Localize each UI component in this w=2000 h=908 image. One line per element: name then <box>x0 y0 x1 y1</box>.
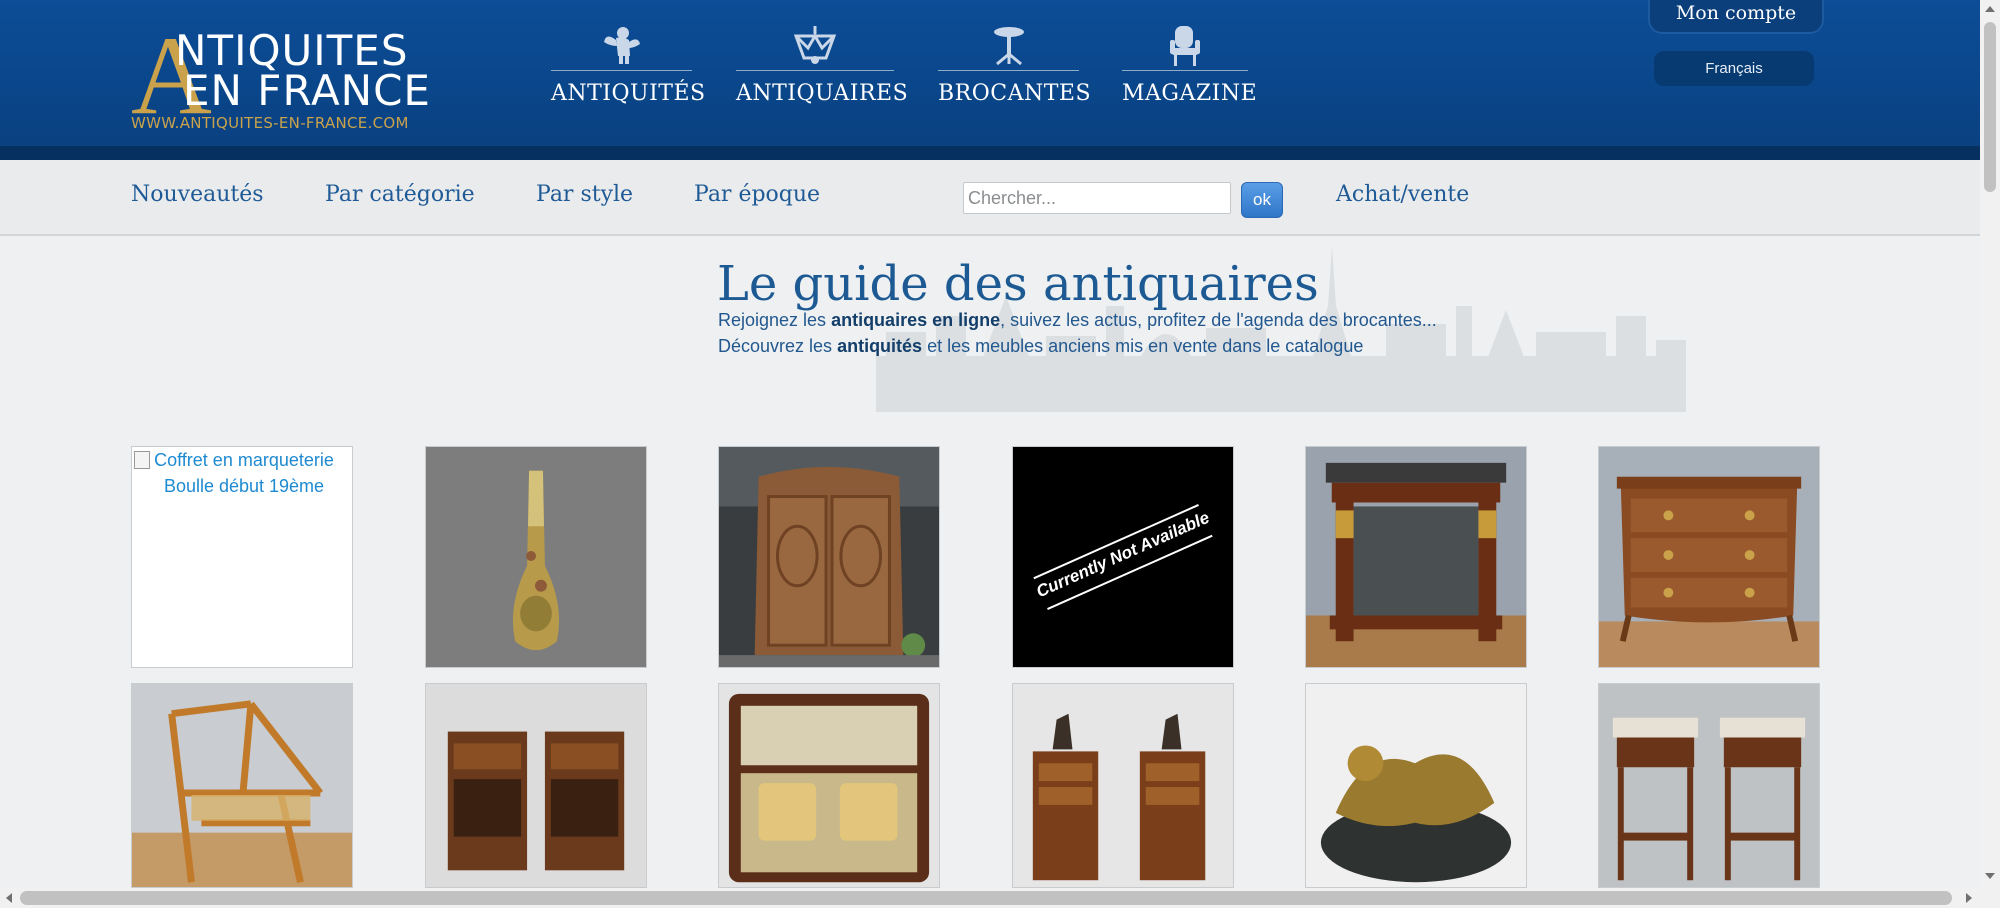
intro-line-2: Découvrez les antiquités et les meubles … <box>718 336 1363 357</box>
nav-brocantes[interactable]: BROCANTES <box>938 24 1092 106</box>
site-logo[interactable]: A NTIQUITES EN FRANCE WWW.ANTIQUITES-EN-… <box>131 20 441 132</box>
header-bottom-strip <box>0 146 1980 160</box>
product-image <box>426 447 646 667</box>
armchair-icon <box>1122 24 1248 68</box>
search-submit-button[interactable]: ok <box>1241 182 1283 218</box>
subnav-par-epoque[interactable]: Par époque <box>694 182 820 207</box>
page-title: Le guide des antiquaires <box>717 256 1319 312</box>
product-tile-bamboo-chair[interactable] <box>131 683 353 888</box>
product-tile-carved-armoire[interactable] <box>718 446 940 668</box>
product-image <box>719 447 939 667</box>
link-antiquaires-en-ligne[interactable]: antiquaires en ligne <box>831 310 1000 330</box>
account-button[interactable]: Mon compte <box>1648 0 1824 34</box>
scroll-right-icon[interactable] <box>1966 893 1972 903</box>
nav-brocantes-label: BROCANTES <box>938 81 1092 106</box>
horizontal-scroll-thumb[interactable] <box>20 891 1952 905</box>
product-image <box>132 684 352 887</box>
link-antiquites[interactable]: antiquités <box>837 336 922 356</box>
logo-url: WWW.ANTIQUITES-EN-FRANCE.COM <box>131 114 409 132</box>
subnav-par-style[interactable]: Par style <box>536 182 633 207</box>
nav-antiquites-label: ANTIQUITÉS <box>551 81 706 106</box>
product-image <box>1306 447 1526 667</box>
product-tile-bronze-putti-sculpture[interactable] <box>1305 683 1527 888</box>
product-tile-nightstands-with-bronzes[interactable] <box>1012 683 1234 888</box>
nav-antiquaires-label: ANTIQUAIRES <box>736 81 909 106</box>
product-alt-text[interactable]: Coffret en marqueterie Boulle début 19èm… <box>132 447 352 499</box>
chandelier-icon <box>736 24 894 68</box>
vertical-scroll-thumb[interactable] <box>1984 22 1996 192</box>
nav-divider <box>938 70 1079 71</box>
nav-divider <box>736 70 894 71</box>
product-tile-coffret-boulle[interactable]: Coffret en marqueterie Boulle début 19èm… <box>131 446 353 668</box>
scroll-left-icon[interactable] <box>6 893 12 903</box>
product-tile-marquetry-inkwell-box[interactable] <box>718 683 940 888</box>
product-image <box>1599 447 1819 667</box>
cherub-icon <box>551 24 692 68</box>
language-selector[interactable]: Français <box>1654 51 1814 86</box>
product-tile-pair-nightstands[interactable] <box>425 683 647 888</box>
product-tile-empire-console[interactable] <box>1305 446 1527 668</box>
intro-line-2-post: et les meubles anciens mis en vente dans… <box>922 336 1364 356</box>
nav-divider <box>1122 70 1248 71</box>
product-tile-louis-xv-commode[interactable] <box>1598 446 1820 668</box>
product-tile-not-available[interactable]: Currently Not Available <box>1012 446 1234 668</box>
product-image <box>1306 684 1526 887</box>
scroll-down-icon[interactable] <box>1985 873 1995 879</box>
subnav-par-categorie[interactable]: Par catégorie <box>325 182 475 207</box>
nav-antiquites[interactable]: ANTIQUITÉS <box>551 24 706 106</box>
subnav-nouveautes[interactable]: Nouveautés <box>131 182 264 207</box>
logo-line-2: EN FRANCE <box>183 66 431 115</box>
intro-line-1-pre: Rejoignez les <box>718 310 832 330</box>
subnav-achat-vente[interactable]: Achat/vente <box>1336 182 1469 207</box>
product-image <box>719 684 939 887</box>
search-input[interactable] <box>963 182 1231 214</box>
gueridon-table-icon <box>938 24 1079 68</box>
nav-antiquaires[interactable]: ANTIQUAIRES <box>736 24 909 106</box>
intro-line-2-pre: Découvrez les <box>718 336 838 356</box>
nav-magazine-label: MAGAZINE <box>1122 81 1258 106</box>
product-tile-marble-top-side-tables[interactable] <box>1598 683 1820 888</box>
nav-divider <box>551 70 692 71</box>
intro-line-1: Rejoignez les antiquaires en ligne, suiv… <box>718 310 1437 331</box>
product-image <box>1013 684 1233 887</box>
nav-magazine[interactable]: MAGAZINE <box>1122 24 1258 106</box>
product-tile-art-nouveau-vase[interactable] <box>425 446 647 668</box>
product-image <box>426 684 646 887</box>
intro-line-1-post: , suivez les actus, profitez de l'agenda… <box>1000 310 1437 330</box>
scroll-up-icon[interactable] <box>1985 6 1995 12</box>
product-image <box>1599 684 1819 887</box>
